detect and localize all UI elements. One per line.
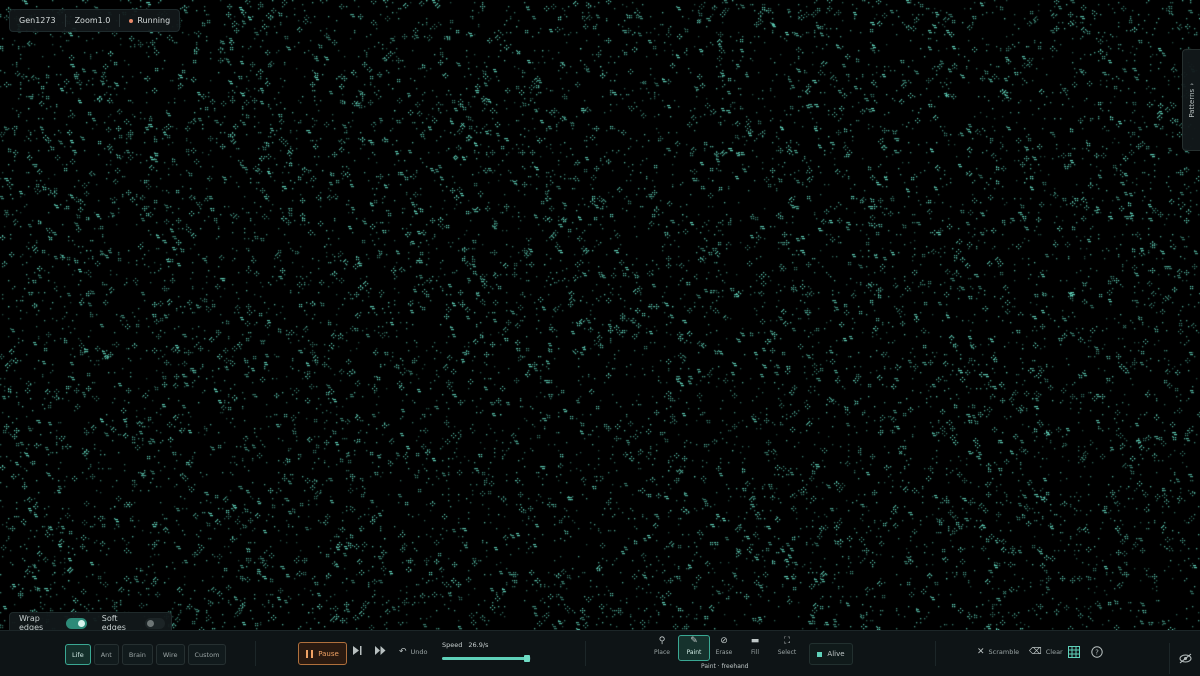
undo-button[interactable]: ↶ Undo <box>399 647 428 657</box>
toggle-knob <box>146 619 154 627</box>
erase-icon: ⊘ <box>720 636 728 646</box>
tool-paint-label: Paint <box>686 649 702 656</box>
cell-state-swatch <box>817 651 823 657</box>
undo-icon: ↶ <box>399 647 407 657</box>
bottom-toolbar: Life Ant Brain Wire Custom Pause ↶ Undo … <box>0 630 1200 676</box>
select-icon: ⛶ <box>783 636 791 646</box>
tool-erase-label: Erase <box>715 649 733 656</box>
shuffle-icon: ✕ <box>977 647 985 657</box>
cell-state-picker[interactable]: Alive <box>809 643 853 665</box>
rule-custom[interactable]: Custom <box>187 644 227 665</box>
speed-label: Speed <box>442 641 463 649</box>
eye-off-icon <box>1179 653 1191 664</box>
tool-select[interactable]: ⛶ Select <box>772 636 802 659</box>
pause-button[interactable]: Pause <box>298 642 347 665</box>
rule-life[interactable]: Life <box>65 644 91 665</box>
divider <box>585 641 586 666</box>
clear-button[interactable]: ⌫ Clear <box>1029 647 1063 657</box>
tool-fill-label: Fill <box>750 649 759 656</box>
tool-place-label: Place <box>654 649 670 656</box>
pause-icon <box>306 649 314 658</box>
zoom-level: Zoom1.0 <box>74 16 111 25</box>
toggle-knob <box>77 619 85 627</box>
tool-erase[interactable]: ⊘ Erase <box>709 636 739 659</box>
hide-ui-button[interactable] <box>1169 643 1200 674</box>
scramble-button[interactable]: ✕ Scramble <box>977 647 1019 657</box>
help-icon: ? <box>1090 645 1103 658</box>
simulation-canvas[interactable] <box>0 0 1200 630</box>
generation-counter: Gen1273 <box>19 16 56 25</box>
status-bar: Gen1273 Zoom1.0 Running <box>9 9 181 32</box>
clear-label: Clear <box>1045 648 1063 656</box>
tool-paint[interactable]: ✎ Paint <box>678 635 710 661</box>
speed-readout: Speed 26.9/s <box>442 641 488 649</box>
patterns-panel-toggle[interactable]: Patterns › <box>1182 49 1200 151</box>
tool-select-label: Select <box>777 649 797 656</box>
clear-icon: ⌫ <box>1029 647 1042 657</box>
brush-icon: ✎ <box>690 636 698 646</box>
status-dot-icon <box>129 18 134 23</box>
run-state-label: Running <box>137 16 171 25</box>
speed-value: 26.9/s <box>468 641 489 649</box>
tool-mode-label: Paint · freehand <box>701 663 749 670</box>
pin-icon: ⚲ <box>658 636 666 646</box>
speed-slider-handle[interactable] <box>523 655 530 662</box>
grid-toggle-button[interactable] <box>1066 644 1081 659</box>
run-state: Running <box>120 16 179 25</box>
fast-forward-icon <box>375 646 386 655</box>
rule-selector: Life Ant Brain Wire Custom <box>65 644 227 665</box>
fast-forward-button[interactable] <box>375 646 386 655</box>
scramble-label: Scramble <box>988 648 1020 656</box>
pause-label: Pause <box>318 649 339 658</box>
rule-wire[interactable]: Wire <box>155 644 185 665</box>
help-button[interactable]: ? <box>1089 644 1104 659</box>
undo-label: Undo <box>410 648 428 656</box>
chevron-up-icon: › <box>1187 82 1196 86</box>
grid-icon <box>1067 645 1080 658</box>
cell-state-label: Alive <box>827 650 845 658</box>
rule-ant[interactable]: Ant <box>93 644 119 665</box>
patterns-label: Patterns <box>1187 88 1196 118</box>
svg-text:?: ? <box>1095 648 1099 656</box>
step-forward-icon <box>353 646 362 655</box>
tool-fill[interactable]: ▬ Fill <box>740 636 770 659</box>
speed-slider-fill <box>442 657 527 660</box>
wrap-edges-toggle[interactable] <box>66 617 87 629</box>
tool-place[interactable]: ⚲ Place <box>647 636 677 659</box>
bucket-icon: ▬ <box>750 636 760 646</box>
rule-brain[interactable]: Brain <box>121 644 153 665</box>
divider <box>255 641 256 666</box>
soft-edges-toggle[interactable] <box>144 617 165 629</box>
step-button[interactable] <box>353 646 362 655</box>
divider <box>935 641 936 666</box>
speed-slider[interactable] <box>442 655 531 662</box>
